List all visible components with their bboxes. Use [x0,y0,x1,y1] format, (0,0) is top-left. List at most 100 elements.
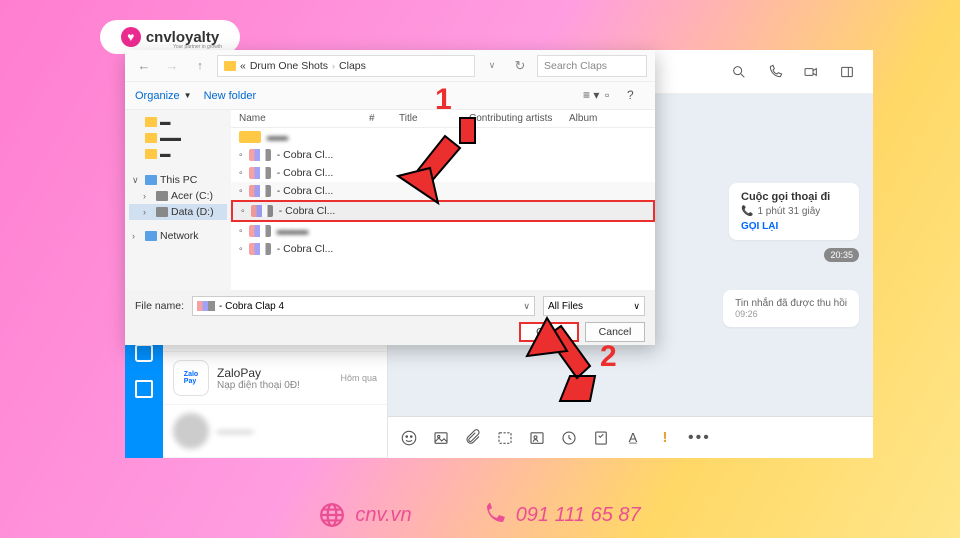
refresh-button[interactable]: ↻ [509,55,531,77]
file-row[interactable]: ▬▬ [231,128,655,146]
list-item[interactable]: ——— [163,405,387,458]
audio-icon [249,185,271,197]
emoji-icon[interactable] [400,429,418,447]
recalled-time: 09:26 [735,309,847,319]
time-badge: 20:35 [824,248,859,262]
cancel-button[interactable]: Cancel [585,322,645,342]
organize-menu[interactable]: Organize [135,90,180,102]
open-button[interactable]: Open [519,322,579,342]
col-artists[interactable]: Contributing artists [469,113,569,124]
globe-icon [319,502,345,528]
phone-text: 091 111 65 87 [516,504,641,527]
col-title[interactable]: Title [399,113,469,124]
filename-label: File name: [135,300,184,312]
file-row[interactable]: ◦- Cobra Cl... [231,182,655,200]
file-filter-select[interactable]: All Files∨ [543,296,645,316]
tree-node[interactable]: ▬▬ [129,130,227,146]
tree-node-drive[interactable]: ›Acer (C:) [129,188,227,204]
file-row-selected[interactable]: ◦- Cobra Cl... [231,200,655,222]
preview-pane-button[interactable]: ▫ [605,88,623,104]
help-button[interactable]: ? [627,88,645,104]
folder-icon [145,133,157,143]
file-list: Name # Title Contributing artists Album … [231,110,655,290]
contact-card-icon[interactable] [528,429,546,447]
footer-phone: 091 111 65 87 [482,503,641,527]
compose-bar: A̲ ! ••• [388,416,873,458]
drive-icon [156,191,168,201]
call-back-button[interactable]: GỌI LẠI [741,221,847,232]
tree-node[interactable]: ▬ [129,146,227,162]
drive-icon [156,207,168,217]
contact-preview: Nạp điện thoại 0Đ! [217,380,332,391]
col-name[interactable]: Name [239,113,369,124]
recalled-message: Tin nhắn đã được thu hồi 09:26 [723,290,859,327]
phone-icon[interactable] [767,64,783,80]
website-text: cnv.vn [355,504,411,527]
contact-name: ZaloPay [217,366,332,380]
annotation-number-2: 2 [600,340,617,374]
up-button[interactable]: ↑ [189,55,211,77]
image-icon[interactable] [432,429,450,447]
more-icon[interactable]: ••• [688,429,711,447]
attach-icon[interactable] [464,429,482,447]
annotation-number-1: 1 [435,83,452,117]
file-row[interactable]: ◦- Cobra Cl... [231,240,655,258]
desktop-app: Nguyễn Văn Diễn. Đã mất rồi ZaloPay Zalo… [125,50,873,458]
audio-icon [249,225,271,237]
call-duration: 📞1 phút 31 giây [741,206,847,217]
brand-logo: ♥ cnvloyalty Your partner in growth [100,20,240,54]
format-icon[interactable]: A̲ [624,429,642,447]
breadcrumb[interactable]: Claps [339,60,366,72]
file-row[interactable]: ◦▬▬▬ [231,222,655,240]
rail-square-icon[interactable] [135,344,153,362]
tree-node-pc[interactable]: ∨This PC [129,172,227,188]
brand-text: cnvloyalty [146,29,219,46]
dialog-nav: ← → ↑ « Drum One Shots › Claps ∨ ↻ Searc… [125,50,655,82]
contact-time: Hôm qua [340,373,377,383]
folder-icon [224,61,236,71]
network-icon [145,231,157,241]
audio-icon [249,167,271,179]
search-input[interactable]: Search Claps [537,55,647,77]
audio-icon [251,205,273,217]
task-icon[interactable] [592,429,610,447]
new-folder-button[interactable]: New folder [204,90,257,102]
clock-icon[interactable] [560,429,578,447]
address-dropdown-button[interactable]: ∨ [481,55,503,77]
col-album[interactable]: Album [569,113,647,124]
rail-briefcase-icon[interactable] [135,380,153,398]
page-footer: cnv.vn 091 111 65 87 [0,502,960,528]
tree-node-drive[interactable]: ›Data (D:) [129,204,227,220]
avatar [173,413,209,449]
audio-icon [249,149,271,161]
filename-input[interactable]: - Cobra Clap 4∨ [192,296,535,316]
address-bar[interactable]: « Drum One Shots › Claps [217,55,475,77]
tree-node[interactable]: ▬ [129,114,227,130]
search-icon[interactable] [731,64,747,80]
audio-icon [249,243,271,255]
file-row[interactable]: ◦- Cobra Cl... [231,164,655,182]
folder-icon [145,149,157,159]
capture-icon[interactable] [496,429,514,447]
dialog-footer: File name: - Cobra Clap 4∨ All Files∨ Op… [125,290,655,345]
sidebar-icon[interactable] [839,64,855,80]
list-item[interactable]: ZaloPay ZaloPay Nạp điện thoại 0Đ! Hôm q… [163,352,387,405]
footer-website: cnv.vn [319,502,411,528]
tree-node-network[interactable]: ›Network [129,228,227,244]
file-open-dialog: ← → ↑ « Drum One Shots › Claps ∨ ↻ Searc… [125,50,655,345]
back-button[interactable]: ← [133,55,155,77]
forward-button[interactable]: → [161,55,183,77]
avatar: ZaloPay [173,360,209,396]
video-icon[interactable] [803,64,819,80]
col-number[interactable]: # [369,113,399,124]
folder-tree: ▬ ▬▬ ▬ ∨This PC ›Acer (C:) ›Data (D:) ›N… [125,110,231,290]
recalled-text: Tin nhắn đã được thu hồi [735,298,847,309]
audio-icon [197,301,215,311]
heart-icon: ♥ [121,27,141,47]
breadcrumb[interactable]: Drum One Shots [250,60,328,72]
folder-icon [239,131,261,143]
call-card[interactable]: Cuộc gọi thoại đi 📞1 phút 31 giây GỌI LẠ… [729,183,859,240]
file-row[interactable]: ◦- Cobra Cl... [231,146,655,164]
view-mode-button[interactable]: ≡ ▾ [583,88,601,104]
priority-icon[interactable]: ! [656,429,674,447]
